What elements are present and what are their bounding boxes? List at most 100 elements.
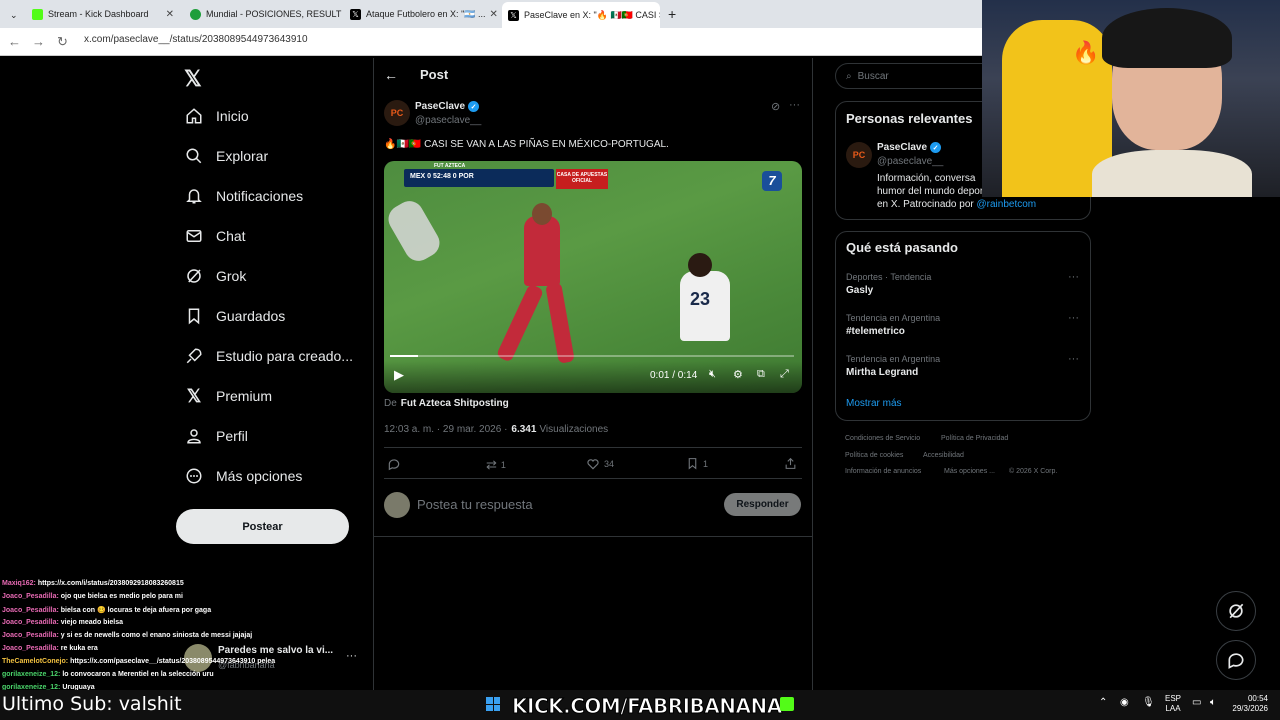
nav-item-grok[interactable]: Grok: [184, 264, 246, 288]
video-progress-track[interactable]: [390, 355, 794, 357]
reload-icon[interactable]: ↻: [57, 34, 68, 50]
mute-icon[interactable]: 🔇︎: [709, 368, 716, 381]
more-icon[interactable]: ···: [1068, 271, 1079, 283]
fullscreen-icon[interactable]: ⤢: [780, 368, 789, 381]
author-name[interactable]: PaseClave ✓: [415, 101, 480, 112]
bookmark-action[interactable]: 1: [686, 457, 708, 470]
bell-icon: [184, 186, 204, 206]
relevant-name[interactable]: PaseClave ✓: [877, 142, 942, 153]
author-avatar[interactable]: PC: [846, 142, 872, 168]
nav-item-inicio[interactable]: Inicio: [184, 104, 249, 128]
network-icon[interactable]: ◉: [1120, 697, 1129, 708]
search-input[interactable]: ⌕ Buscar: [835, 63, 995, 89]
more-circle-icon: [184, 466, 204, 486]
more-icon[interactable]: ···: [1068, 353, 1079, 365]
footer-link[interactable]: Política de Privacidad: [941, 435, 1008, 442]
kick-url-overlay: KICK.COM/FABRIBANANA: [512, 694, 783, 719]
footer-link[interactable]: Información de anuncios: [845, 468, 921, 475]
footer-link[interactable]: Más opciones ...: [944, 468, 995, 475]
more-icon[interactable]: ···: [1068, 312, 1079, 324]
player: [524, 216, 560, 286]
relevant-title: Personas relevantes: [846, 111, 973, 126]
trend-item[interactable]: Tendencia en Argentina Mirtha Legrand: [846, 354, 940, 378]
chat-message: Joaco_Pesadilla: viejo meado bielsa: [2, 619, 124, 626]
post-text: 🔥🇲🇽🇵🇹 CASI SE VAN A LAS PIÑAS EN MÉXICO-…: [384, 139, 669, 150]
pip-icon[interactable]: ⧉: [757, 368, 765, 381]
x-logo-icon[interactable]: 𝕏: [184, 66, 202, 92]
close-icon[interactable]: ✕: [485, 9, 497, 20]
footer-link[interactable]: Condiciones de Servicio: [845, 435, 920, 442]
tab-list-button[interactable]: ⌄: [4, 4, 22, 26]
nav-item-mas-opciones[interactable]: Más opciones: [184, 464, 302, 488]
author-avatar[interactable]: PC: [384, 100, 410, 126]
video-player[interactable]: MEX 0 52:48 0 POR FUT AZTECA CASA DE APU…: [384, 161, 802, 393]
x-logo-icon: 𝕏: [508, 9, 519, 21]
back-arrow-icon[interactable]: ←: [8, 34, 21, 49]
streamer-hair: [1102, 8, 1232, 68]
nav-item-estudio[interactable]: Estudio para creado...: [184, 344, 353, 368]
repost-action[interactable]: ⇄ 1: [486, 457, 506, 473]
mic-icon[interactable]: 🎙︎: [1142, 697, 1155, 708]
url-field[interactable]: x.com/paseclave__/status/203808954497364…: [84, 34, 308, 45]
nav-item-perfil[interactable]: Perfil: [184, 424, 248, 448]
reply-action[interactable]: [387, 457, 405, 471]
divider: [373, 536, 813, 537]
new-tab-button[interactable]: +: [662, 3, 680, 25]
share-action[interactable]: [784, 457, 797, 470]
sponsor-link[interactable]: @rainbetcom: [977, 199, 1037, 210]
heart-icon: [587, 459, 599, 470]
search-icon: [184, 146, 204, 166]
kick-icon[interactable]: [780, 697, 794, 711]
post-meta: 12:03 a. m. · 29 mar. 2026 · 6.341 Visua…: [384, 424, 609, 435]
windows-start-icon[interactable]: [486, 697, 500, 711]
clock[interactable]: 00:54 29/3/2026: [1228, 694, 1268, 714]
like-action[interactable]: 34: [586, 457, 614, 471]
source-link[interactable]: Fut Azteca Shitposting: [401, 398, 509, 409]
footer-link[interactable]: Política de cookies: [845, 452, 903, 459]
language-indicator[interactable]: ESP LAA: [1165, 694, 1181, 714]
address-bar: ← → ↻ x.com/paseclave__/status/203808954…: [0, 28, 982, 56]
tab-ataque-futbolero[interactable]: 𝕏 Ataque Futbolero en X: "🇦🇷 ... ✕: [344, 3, 502, 25]
nav-item-chat[interactable]: Chat: [184, 224, 246, 248]
tab-mundial[interactable]: Mundial - POSICIONES, RESULT ✕: [184, 3, 344, 25]
account-name[interactable]: Paredes me salvo la vi...: [218, 645, 333, 656]
chevron-up-icon[interactable]: ⌃: [1099, 697, 1107, 708]
player: [688, 253, 712, 277]
messages-button[interactable]: [1216, 640, 1256, 680]
more-icon[interactable]: ···: [789, 99, 800, 111]
volume-icon[interactable]: 🔈︎: [1210, 697, 1216, 708]
grok-icon[interactable]: ⊘: [771, 100, 780, 113]
reply-input[interactable]: Postea tu respuesta: [417, 497, 533, 512]
reply-icon: [388, 459, 400, 471]
verified-icon: ✓: [930, 142, 942, 153]
play-icon[interactable]: ▶: [394, 367, 404, 383]
monitor-icon[interactable]: ▭: [1192, 697, 1201, 708]
show-more-link[interactable]: Mostrar más: [846, 398, 902, 409]
grok-icon: [184, 266, 204, 286]
bookmark-icon: [688, 458, 697, 470]
forward-arrow-icon[interactable]: →: [32, 34, 45, 49]
footer-link[interactable]: Accesibilidad: [923, 452, 964, 459]
trend-item[interactable]: Tendencia en Argentina #telemetrico: [846, 313, 940, 337]
nav-item-premium[interactable]: 𝕏 Premium: [184, 384, 272, 408]
person-icon: [184, 426, 204, 446]
grok-button[interactable]: [1216, 591, 1256, 631]
close-icon[interactable]: ✕: [162, 9, 174, 20]
chat-message: gorilaxeneize_12: lo convocaron a Merent…: [2, 671, 214, 678]
chat-message: TheCamelotConejo: https://x.com/paseclav…: [2, 658, 276, 665]
reply-button[interactable]: Responder: [724, 493, 801, 516]
nav-item-guardados[interactable]: Guardados: [184, 304, 285, 328]
repost-icon: ⇄: [486, 457, 497, 472]
post-button[interactable]: Postear: [176, 509, 349, 544]
more-icon[interactable]: ···: [346, 650, 357, 662]
tab-kick-dashboard[interactable]: Stream - Kick Dashboard ✕: [26, 3, 180, 25]
trend-item[interactable]: Deportes · Tendencia Gasly: [846, 272, 931, 296]
tab-paseclave[interactable]: 𝕏 PaseClave en X: "🔥 🇲🇽🇵🇹 CASI S ✕: [502, 2, 660, 28]
settings-icon[interactable]: ⚙: [733, 368, 743, 381]
nav-item-explorar[interactable]: Explorar: [184, 144, 268, 168]
back-arrow-icon[interactable]: ←: [384, 67, 398, 83]
divider: [384, 447, 802, 448]
player: [532, 203, 552, 225]
nav-item-notificaciones[interactable]: Notificaciones: [184, 184, 303, 208]
video-time: 0:01 / 0:14: [650, 370, 698, 381]
